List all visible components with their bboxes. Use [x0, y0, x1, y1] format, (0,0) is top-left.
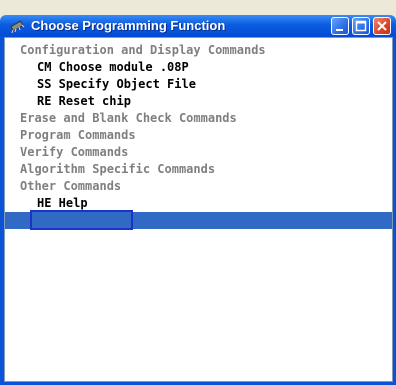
focus-rectangle: [30, 210, 133, 230]
category-erase-blank-check: Erase and Blank Check Commands: [20, 111, 237, 125]
minimize-icon: [336, 29, 343, 31]
command-choose-module[interactable]: CM Choose module .08P: [5, 59, 392, 76]
maximize-button[interactable]: [352, 17, 370, 35]
title-bar[interactable]: Choose Programming Function: [0, 15, 396, 37]
command-specify-object-file[interactable]: SS Specify Object File: [5, 76, 392, 93]
category-program: Program Commands: [20, 128, 136, 142]
command-quit[interactable]: QU Quit: [5, 210, 392, 244]
command-quit-label: QU Quit: [94, 230, 146, 244]
close-button[interactable]: [373, 17, 391, 35]
minimize-button[interactable]: [331, 17, 349, 35]
category-config-display: Configuration and Display Commands: [20, 43, 266, 57]
category-verify: Verify Commands: [20, 145, 129, 159]
command-list-box[interactable]: Configuration and Display Commands CM Ch…: [4, 37, 393, 382]
chip-programmer-icon: [9, 18, 27, 34]
maximize-icon: [355, 20, 367, 32]
close-icon: [377, 21, 387, 31]
category-other: Other Commands: [20, 179, 122, 193]
command-list: Configuration and Display Commands CM Ch…: [5, 42, 392, 244]
dialog-window: Choose Programming Function Configuratio…: [0, 0, 396, 385]
category-algorithm-specific: Algorithm Specific Commands: [20, 162, 216, 176]
window-title: Choose Programming Function: [31, 18, 226, 33]
command-reset-chip[interactable]: RE Reset chip: [5, 93, 392, 110]
